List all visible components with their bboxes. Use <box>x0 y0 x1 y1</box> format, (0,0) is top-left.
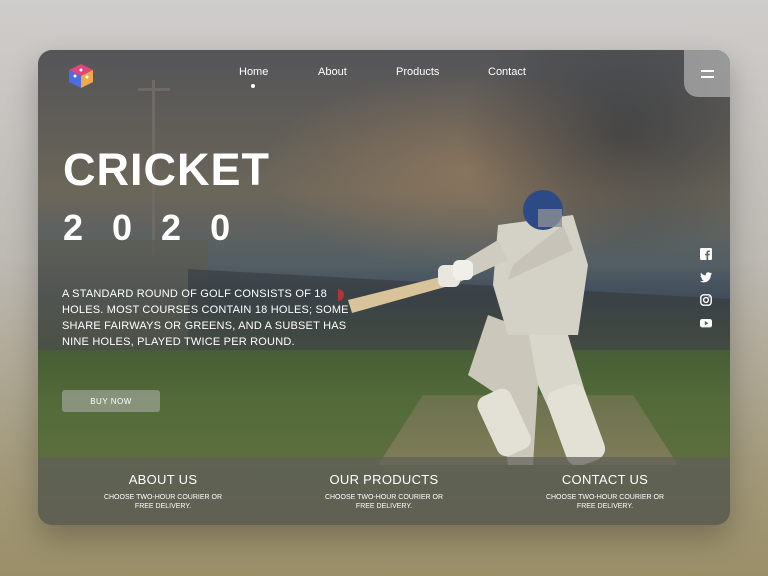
contact-us-link[interactable]: CONTACT US <box>515 472 695 487</box>
buy-now-button[interactable]: BUY NOW <box>62 390 160 412</box>
youtube-icon[interactable] <box>700 317 712 329</box>
batsman-image <box>338 190 606 465</box>
footer-text: CHOOSE TWO-HOUR COURIER OR FREE DELIVERY… <box>545 494 665 510</box>
nav-item-about[interactable]: About <box>318 66 347 78</box>
instagram-icon[interactable] <box>700 294 712 306</box>
nav-item-products[interactable]: Products <box>396 66 439 78</box>
facebook-icon[interactable] <box>700 248 712 260</box>
hamburger-menu-button[interactable] <box>684 50 730 97</box>
main-nav: Home About Products Contact <box>38 66 730 96</box>
hero-year: 2020 <box>63 207 260 248</box>
hero-description: A STANDARD ROUND OF GOLF CONSISTS OF 18 … <box>62 288 349 348</box>
twitter-icon[interactable] <box>700 271 712 283</box>
our-products-link[interactable]: OUR PRODUCTS <box>294 472 474 487</box>
active-nav-indicator <box>251 84 255 88</box>
nav-item-home[interactable]: Home <box>239 66 268 78</box>
hero-card: Home About Products Contact CRICKET 2020… <box>38 50 730 525</box>
about-us-link[interactable]: ABOUT US <box>73 472 253 487</box>
nav-item-contact[interactable]: Contact <box>488 66 526 78</box>
info-footer: ABOUT US CHOOSE TWO-HOUR COURIER OR FREE… <box>38 457 730 525</box>
footer-text: CHOOSE TWO-HOUR COURIER OR FREE DELIVERY… <box>324 494 444 510</box>
menu-line-icon <box>701 70 714 72</box>
hero-title: CRICKET <box>63 144 270 195</box>
footer-text: CHOOSE TWO-HOUR COURIER OR FREE DELIVERY… <box>103 494 223 510</box>
menu-line-icon <box>701 76 714 78</box>
